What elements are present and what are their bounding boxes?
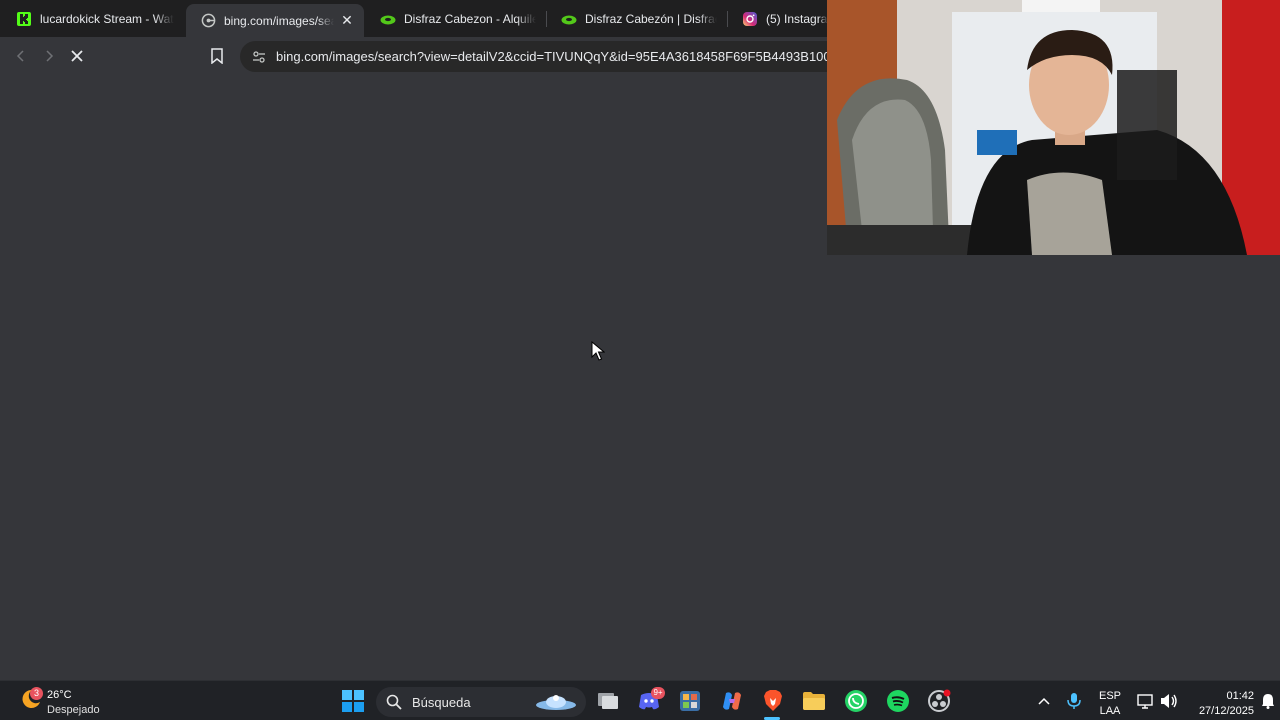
weather-badge: 3 (30, 687, 43, 700)
network-button[interactable] (1134, 689, 1158, 713)
obs-studio-button[interactable] (927, 689, 951, 713)
tab-title: bing.com/images/sear (224, 13, 334, 28)
chevron-right-icon (46, 50, 54, 62)
search-icon (386, 694, 402, 710)
weather-description: Despejado (47, 704, 100, 716)
mouse-cursor-icon (591, 340, 606, 366)
spotify-icon (887, 690, 909, 712)
task-view-icon (598, 693, 618, 709)
tab-kick-stream[interactable]: lucardokick Stream - Watch (2, 4, 184, 33)
brave-browser-button[interactable] (761, 689, 785, 713)
taskbar: 3 26°C Despejado Búsqueda 9+ ESP LAA 01:… (0, 680, 1280, 720)
language-code[interactable]: ESP (1095, 690, 1125, 702)
clock-time[interactable]: 01:42 (1188, 690, 1254, 702)
chevron-left-icon (16, 50, 24, 62)
site-settings-icon[interactable] (252, 50, 266, 64)
game-launcher-icon (680, 691, 700, 711)
weather-temperature: 26°C (47, 689, 72, 701)
tab-disfraz-alquiler[interactable]: Disfraz Cabezon - Alquiler (366, 4, 546, 33)
chevron-up-icon (1038, 697, 1050, 705)
tab-title: Disfraz Cabezon - Alquiler (404, 11, 536, 26)
instagram-icon (742, 11, 758, 27)
discord-notification-badge: 9+ (651, 687, 665, 699)
tab-title: (5) Instagram (766, 11, 828, 26)
folder-icon (803, 692, 825, 710)
taskbar-search-box[interactable]: Búsqueda (376, 687, 586, 717)
stop-loading-button[interactable] (66, 45, 88, 67)
green-cloud-icon (380, 11, 396, 27)
tab-title: Disfraz Cabezón | Disfraces (585, 11, 717, 26)
screen: lucardokick Stream - Watch bing.com/imag… (0, 0, 1280, 720)
file-explorer-button[interactable] (802, 689, 826, 713)
windows-logo-icon (342, 690, 364, 712)
keyboard-layout[interactable]: LAA (1095, 705, 1125, 717)
speaker-icon (1161, 694, 1177, 708)
notifications-button[interactable] (1256, 689, 1280, 713)
close-icon (71, 50, 83, 62)
tab-instagram[interactable]: (5) Instagram (728, 4, 838, 33)
kick-logo-icon (16, 11, 32, 27)
brave-lion-icon (764, 690, 782, 711)
forward-button[interactable] (38, 45, 60, 67)
webcam-feed-image (827, 0, 1280, 255)
globe-icon (200, 13, 216, 29)
spotify-button[interactable] (886, 689, 910, 713)
back-button[interactable] (10, 45, 32, 67)
tab-disfraz-cabezon[interactable]: Disfraz Cabezón | Disfraces (547, 4, 727, 33)
url-text: bing.com/images/search?view=detailV2&cci… (276, 49, 831, 64)
tab-title: lucardokick Stream - Watch (40, 11, 174, 26)
volume-button[interactable] (1157, 689, 1181, 713)
task-view-button[interactable] (596, 689, 620, 713)
search-highlight-icon (536, 695, 576, 710)
bell-icon (1262, 694, 1274, 709)
copilot-icon (723, 692, 741, 710)
start-button[interactable] (341, 689, 365, 713)
bookmark-icon (211, 48, 223, 64)
green-cloud-icon (561, 11, 577, 27)
game-launcher-button[interactable] (678, 689, 702, 713)
bookmark-button[interactable] (206, 45, 228, 67)
search-placeholder: Búsqueda (412, 694, 471, 710)
microphone-icon (1067, 693, 1081, 709)
clock-date[interactable]: 27/12/2025 (1186, 705, 1254, 717)
close-tab-icon[interactable]: ✕ (340, 12, 354, 29)
network-monitor-icon (1137, 694, 1153, 709)
obs-icon (928, 689, 951, 712)
show-hidden-icons-button[interactable] (1032, 689, 1056, 713)
whatsapp-icon (845, 690, 867, 712)
whatsapp-button[interactable] (844, 689, 868, 713)
tab-bing-images[interactable]: bing.com/images/sear ✕ (186, 4, 364, 37)
copilot-button[interactable] (720, 689, 744, 713)
webcam-overlay (827, 0, 1280, 255)
microphone-button[interactable] (1062, 689, 1086, 713)
